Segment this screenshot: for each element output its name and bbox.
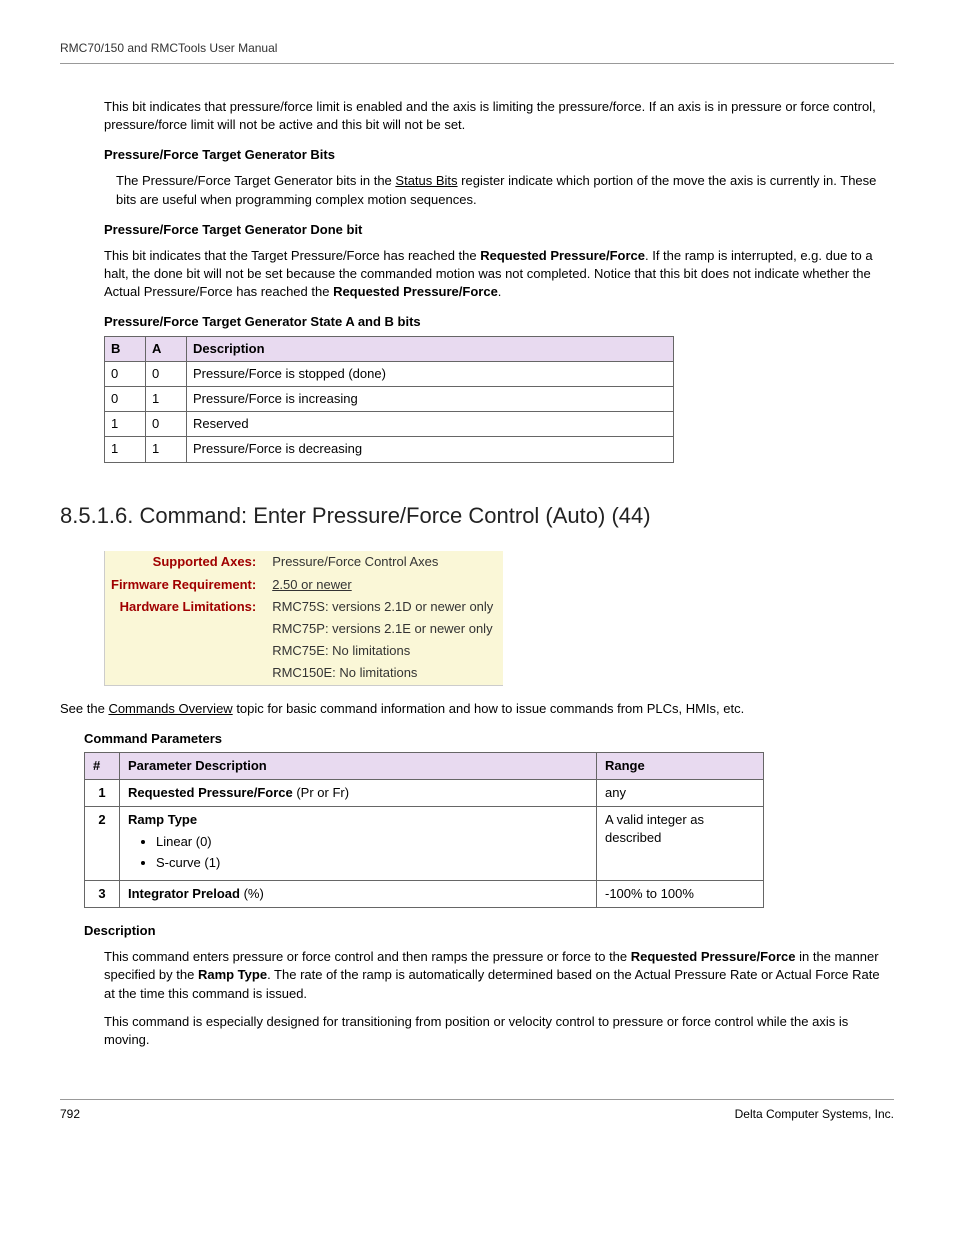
cell: Pressure/Force is increasing: [187, 387, 674, 412]
footer-company: Delta Computer Systems, Inc.: [735, 1106, 894, 1123]
col-desc: Description: [187, 336, 674, 361]
cell: 1: [146, 437, 187, 462]
firmware-link[interactable]: 2.50 or newer: [272, 577, 352, 592]
heading-state-bits: Pressure/Force Target Generator State A …: [104, 313, 884, 331]
infobox-label: Hardware Limitations:: [105, 596, 267, 618]
infobox-row: RMC75E: No limitations: [105, 640, 504, 662]
table-header-row: B A Description: [105, 336, 674, 361]
cell-desc: Integrator Preload (%): [120, 880, 597, 907]
infobox-value: RMC75S: versions 2.1D or newer only: [266, 596, 503, 618]
infobox-row: Hardware Limitations: RMC75S: versions 2…: [105, 596, 504, 618]
table-row: 1 Requested Pressure/Force (Pr or Fr) an…: [85, 780, 764, 807]
list-item: S-curve (1): [156, 854, 588, 872]
cell: 0: [105, 387, 146, 412]
cell-range: A valid integer as described: [597, 807, 764, 881]
text-bold: Ramp Type: [198, 967, 267, 982]
cell-n: 3: [85, 880, 120, 907]
page-content: This bit indicates that pressure/force l…: [104, 98, 884, 1049]
header-left: RMC70/150 and RMCTools User Manual: [60, 41, 277, 55]
cell: 0: [105, 361, 146, 386]
table-row: 0 0 Pressure/Force is stopped (done): [105, 361, 674, 386]
table-row: 1 1 Pressure/Force is decreasing: [105, 437, 674, 462]
command-infobox: Supported Axes: Pressure/Force Control A…: [104, 551, 503, 685]
desc-bold: Requested Pressure/Force: [128, 785, 293, 800]
table-row: 2 Ramp Type Linear (0) S-curve (1) A val…: [85, 807, 764, 881]
description-paragraph-1: This command enters pressure or force co…: [104, 948, 884, 1003]
cell: 0: [146, 361, 187, 386]
text: This command enters pressure or force co…: [104, 949, 631, 964]
intro-paragraph: This bit indicates that pressure/force l…: [104, 98, 884, 134]
table-row: 0 1 Pressure/Force is increasing: [105, 387, 674, 412]
desc-rest: (Pr or Fr): [293, 785, 349, 800]
infobox-label: Firmware Requirement:: [105, 574, 267, 596]
cell-range: any: [597, 780, 764, 807]
cell: Reserved: [187, 412, 674, 437]
heading-command-parameters: Command Parameters: [84, 730, 884, 748]
infobox-value: RMC75E: No limitations: [266, 640, 503, 662]
page-number: 792: [60, 1106, 80, 1123]
cell: Pressure/Force is decreasing: [187, 437, 674, 462]
infobox-row: RMC150E: No limitations: [105, 662, 504, 685]
cell-range: -100% to 100%: [597, 880, 764, 907]
heading-description: Description: [84, 922, 884, 940]
state-bits-table: B A Description 0 0 Pressure/Force is st…: [104, 336, 674, 463]
ramp-type-list: Linear (0) S-curve (1): [156, 833, 588, 871]
text: .: [498, 284, 502, 299]
infobox-label: Supported Axes:: [105, 551, 267, 573]
status-bits-link[interactable]: Status Bits: [395, 173, 457, 188]
col-desc: Parameter Description: [120, 752, 597, 779]
text-bold: Requested Pressure/Force: [480, 248, 645, 263]
infobox-row: RMC75P: versions 2.1E or newer only: [105, 618, 504, 640]
col-range: Range: [597, 752, 764, 779]
desc-rest: (%): [240, 886, 264, 901]
infobox-row: Firmware Requirement: 2.50 or newer: [105, 574, 504, 596]
col-a: A: [146, 336, 187, 361]
cell-n: 1: [85, 780, 120, 807]
text-bold: Requested Pressure/Force: [333, 284, 498, 299]
target-gen-bits-paragraph: The Pressure/Force Target Generator bits…: [116, 172, 884, 208]
section-heading: 8.5.1.6. Command: Enter Pressure/Force C…: [60, 501, 884, 532]
col-num: #: [85, 752, 120, 779]
cell: 1: [146, 387, 187, 412]
cell: 0: [146, 412, 187, 437]
text: See the: [60, 701, 108, 716]
page-header: RMC70/150 and RMCTools User Manual: [60, 40, 894, 64]
col-b: B: [105, 336, 146, 361]
desc-bold: Integrator Preload: [128, 886, 240, 901]
commands-overview-link[interactable]: Commands Overview: [108, 701, 232, 716]
done-bit-paragraph: This bit indicates that the Target Press…: [104, 247, 884, 302]
heading-done-bit: Pressure/Force Target Generator Done bit: [104, 221, 884, 239]
page-footer: 792 Delta Computer Systems, Inc.: [60, 1099, 894, 1123]
infobox-value: RMC150E: No limitations: [266, 662, 503, 685]
text: The Pressure/Force Target Generator bits…: [116, 173, 395, 188]
text: This bit indicates that the Target Press…: [104, 248, 480, 263]
cell-desc: Requested Pressure/Force (Pr or Fr): [120, 780, 597, 807]
cell: 1: [105, 412, 146, 437]
infobox-value: Pressure/Force Control Axes: [266, 551, 503, 573]
text: topic for basic command information and …: [233, 701, 745, 716]
desc-bold: Ramp Type: [128, 812, 197, 827]
text-bold: Requested Pressure/Force: [631, 949, 796, 964]
infobox-value: RMC75P: versions 2.1E or newer only: [266, 618, 503, 640]
cell: 1: [105, 437, 146, 462]
table-header-row: # Parameter Description Range: [85, 752, 764, 779]
command-parameters-table: # Parameter Description Range 1 Requeste…: [84, 752, 764, 908]
description-paragraph-2: This command is especially designed for …: [104, 1013, 884, 1049]
see-paragraph: See the Commands Overview topic for basi…: [60, 700, 884, 718]
table-row: 1 0 Reserved: [105, 412, 674, 437]
infobox-value: 2.50 or newer: [266, 574, 503, 596]
cell-desc: Ramp Type Linear (0) S-curve (1): [120, 807, 597, 881]
heading-target-gen-bits: Pressure/Force Target Generator Bits: [104, 146, 884, 164]
cell: Pressure/Force is stopped (done): [187, 361, 674, 386]
infobox-row: Supported Axes: Pressure/Force Control A…: [105, 551, 504, 573]
cell-n: 2: [85, 807, 120, 881]
list-item: Linear (0): [156, 833, 588, 851]
table-row: 3 Integrator Preload (%) -100% to 100%: [85, 880, 764, 907]
